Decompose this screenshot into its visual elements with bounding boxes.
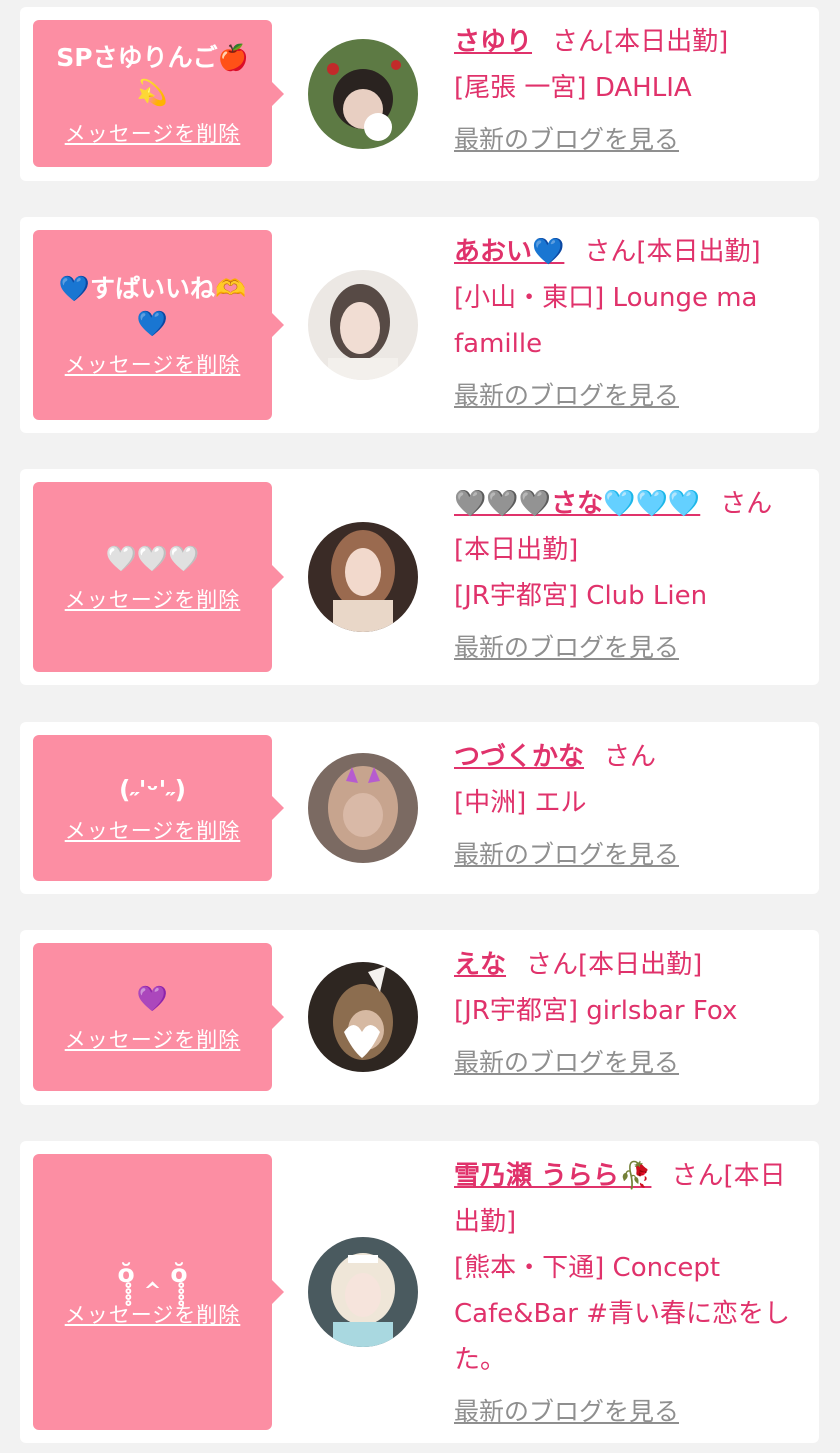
blog-link[interactable]: 最新のブログを見る [454, 1040, 679, 1086]
cast-name-link[interactable]: 🩶🩶🩶さな🩵🩵🩵 [454, 489, 700, 519]
avatar[interactable] [308, 753, 418, 863]
avatar[interactable] [308, 39, 418, 149]
cast-info: 🩶🩶🩶さな🩵🩵🩵 さん [本日出勤] [JR宇都宮] Club Lien 最新のブロ… [454, 481, 806, 671]
message-bubble: 🤍🤍🤍 メッセージを削除 [33, 482, 284, 672]
cast-info: あおい💙 さん[本日出勤] [小山・東口] Lounge ma famille 最… [454, 229, 806, 419]
message-text: 💜 [136, 983, 169, 1013]
avatar[interactable] [308, 1237, 418, 1347]
blog-link[interactable]: 最新のブログを見る [454, 1389, 679, 1435]
cast-name-link[interactable]: えな [454, 950, 506, 980]
message-bubble: (˶'ᵕ'˶) メッセージを削除 [33, 735, 284, 881]
shop-label: [JR宇都宮] girlsbar Fox [454, 996, 738, 1026]
message-bubble: 💙すぱいいね🫶💙 メッセージを削除 [33, 230, 284, 420]
cast-name-link[interactable]: つづくかな [454, 742, 584, 772]
shop-label: [中洲] エル [454, 788, 587, 818]
list-item: 🤍🤍🤍 メッセージを削除 🩶🩶🩶さな🩵🩵🩵 さん [本日出勤] [JR宇都宮] Cl… [20, 469, 819, 685]
blog-link[interactable]: 最新のブログを見る [454, 625, 679, 671]
cast-info: えな さん[本日出勤] [JR宇都宮] girlsbar Fox 最新のブログを見… [454, 942, 806, 1086]
delete-message-link[interactable]: メッセージを削除 [65, 1299, 241, 1329]
list-item: ŏ̥̥̥̥ ‸ ŏ̥̥̥̥ メッセージを削除 雪乃瀬 うらら🥀 さん[本日出勤] … [20, 1141, 819, 1443]
cast-name-link[interactable]: 雪乃瀬 うらら🥀 [454, 1161, 651, 1191]
attendance-status: [本日出勤] [578, 950, 703, 980]
message-bubble: 💜 メッセージを削除 [33, 943, 284, 1091]
shop-label: [熊本・下通] Concept Cafe&Bar #青い春に恋をした。 [454, 1253, 791, 1375]
cast-name-link[interactable]: さゆり [454, 27, 532, 57]
honorific: さん [604, 742, 657, 772]
message-bubble: SPさゆりんご🍎💫 メッセージを削除 [33, 20, 284, 167]
message-text: 💙すぱいいね🫶💙 [58, 274, 247, 338]
honorific: さん [671, 1161, 724, 1191]
message-text: SPさゆりんご🍎💫 [56, 42, 249, 107]
honorific: さん [720, 489, 773, 519]
delete-message-link[interactable]: メッセージを削除 [65, 815, 241, 845]
avatar[interactable] [308, 962, 418, 1072]
shop-label: [尾張 一宮] DAHLIA [454, 73, 692, 103]
list-item: (˶'ᵕ'˶) メッセージを削除 つづくかな さん [中洲] エル 最新のブログを… [20, 722, 819, 894]
delete-message-link[interactable]: メッセージを削除 [65, 349, 241, 379]
cast-info: さゆり さん[本日出勤] [尾張 一宮] DAHLIA 最新のブログを見る [454, 19, 806, 163]
cast-info: つづくかな さん [中洲] エル 最新のブログを見る [454, 734, 806, 878]
blog-link[interactable]: 最新のブログを見る [454, 832, 679, 878]
delete-message-link[interactable]: メッセージを削除 [65, 1024, 241, 1054]
list-item: 💜 メッセージを削除 えな さん[本日出勤] [JR宇都宮] girlsbar F… [20, 930, 819, 1105]
message-text: ŏ̥̥̥̥ ‸ ŏ̥̥̥̥ [117, 1258, 188, 1288]
blog-link[interactable]: 最新のブログを見る [454, 373, 679, 419]
delete-message-link[interactable]: メッセージを削除 [65, 118, 241, 148]
cast-info: 雪乃瀬 うらら🥀 さん[本日出勤] [熊本・下通] Concept Cafe&Ba… [454, 1153, 806, 1435]
blog-link[interactable]: 最新のブログを見る [454, 117, 679, 163]
honorific: さん [584, 237, 637, 267]
message-text: (˶'ᵕ'˶) [118, 774, 186, 804]
cast-name-link[interactable]: あおい💙 [454, 237, 564, 267]
delete-message-link[interactable]: メッセージを削除 [65, 584, 241, 614]
message-text: 🤍🤍🤍 [105, 543, 200, 573]
list-item: SPさゆりんご🍎💫 メッセージを削除 さゆり さん[本日出勤] [尾張 一宮] D… [20, 7, 819, 181]
avatar[interactable] [308, 522, 418, 632]
shop-label: [JR宇都宮] Club Lien [454, 581, 708, 611]
message-bubble: ŏ̥̥̥̥ ‸ ŏ̥̥̥̥ メッセージを削除 [33, 1154, 284, 1430]
honorific: さん [552, 27, 605, 57]
avatar[interactable] [308, 270, 418, 380]
attendance-status: [本日出勤] [604, 27, 729, 57]
list-item: 💙すぱいいね🫶💙 メッセージを削除 あおい💙 さん[本日出勤] [小山・東口] L… [20, 217, 819, 433]
attendance-status: [本日出勤] [636, 237, 761, 267]
attendance-status: [本日出勤] [454, 535, 579, 565]
honorific: さん [526, 950, 579, 980]
shop-label: [小山・東口] Lounge ma famille [454, 283, 758, 359]
